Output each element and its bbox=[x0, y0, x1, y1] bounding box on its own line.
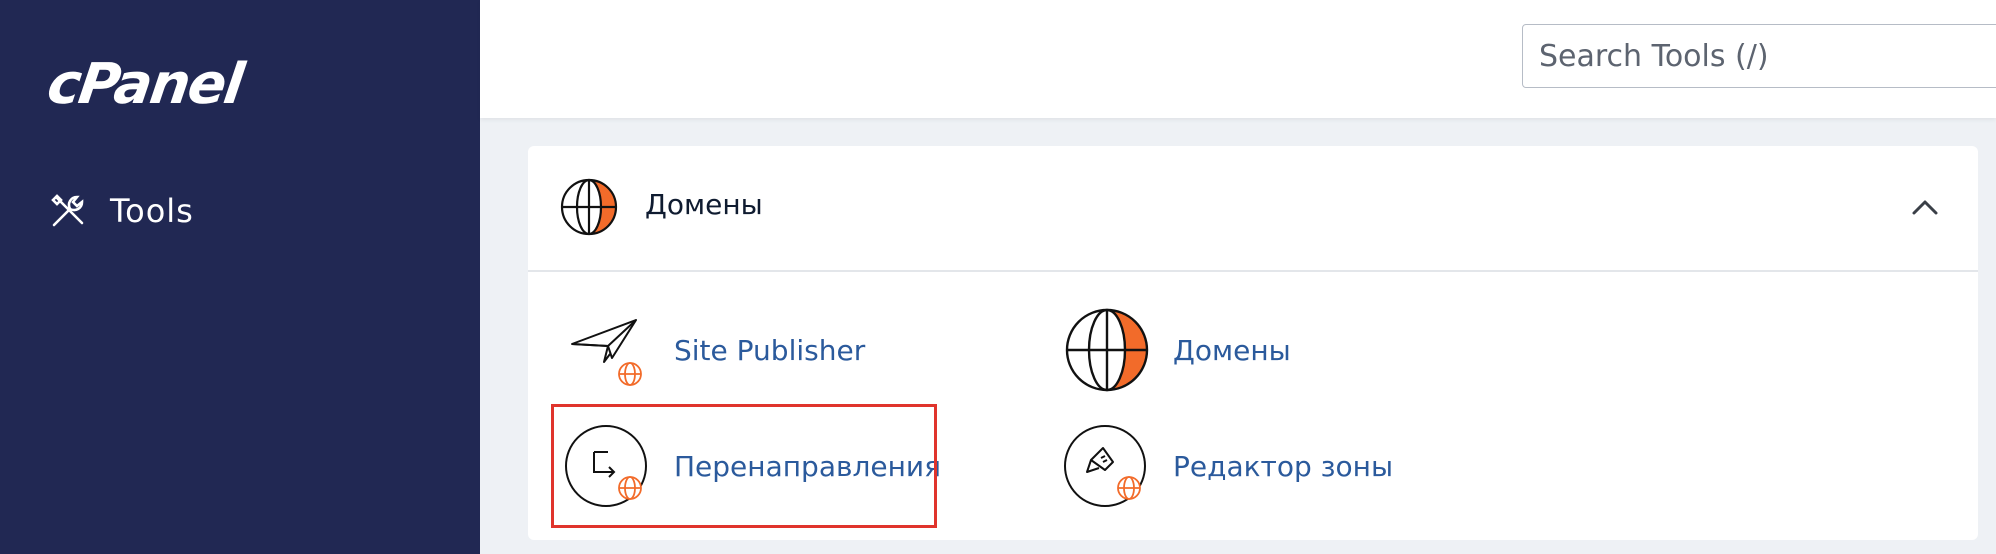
section-header[interactable]: Домены bbox=[528, 146, 1978, 272]
tool-label: Редактор зоны bbox=[1173, 449, 1394, 483]
cpanel-logo[interactable]: cPanel bbox=[43, 52, 246, 117]
sidebar-item-tools[interactable]: Tools bbox=[48, 186, 428, 236]
globe-icon bbox=[560, 178, 618, 236]
tool-site-publisher[interactable]: Site Publisher bbox=[564, 306, 865, 394]
tool-zone-editor[interactable]: Редактор зоны bbox=[1063, 422, 1393, 510]
highlight-box bbox=[551, 404, 937, 528]
domains-globe-icon bbox=[1065, 308, 1149, 392]
section-title: Домены bbox=[645, 188, 763, 221]
tool-label: Site Publisher bbox=[674, 333, 866, 367]
sidebar: cPanel Tools bbox=[0, 0, 480, 554]
zone-editor-icon bbox=[1064, 425, 1146, 507]
chevron-up-icon[interactable] bbox=[1908, 190, 1942, 224]
site-publisher-icon bbox=[571, 319, 642, 386]
tool-domains[interactable]: Домены bbox=[1063, 306, 1291, 394]
tools-icon bbox=[51, 194, 84, 227]
search-tools-input[interactable] bbox=[1522, 24, 1996, 88]
sidebar-item-label: Tools bbox=[110, 192, 194, 230]
tool-label: Домены bbox=[1173, 333, 1291, 367]
